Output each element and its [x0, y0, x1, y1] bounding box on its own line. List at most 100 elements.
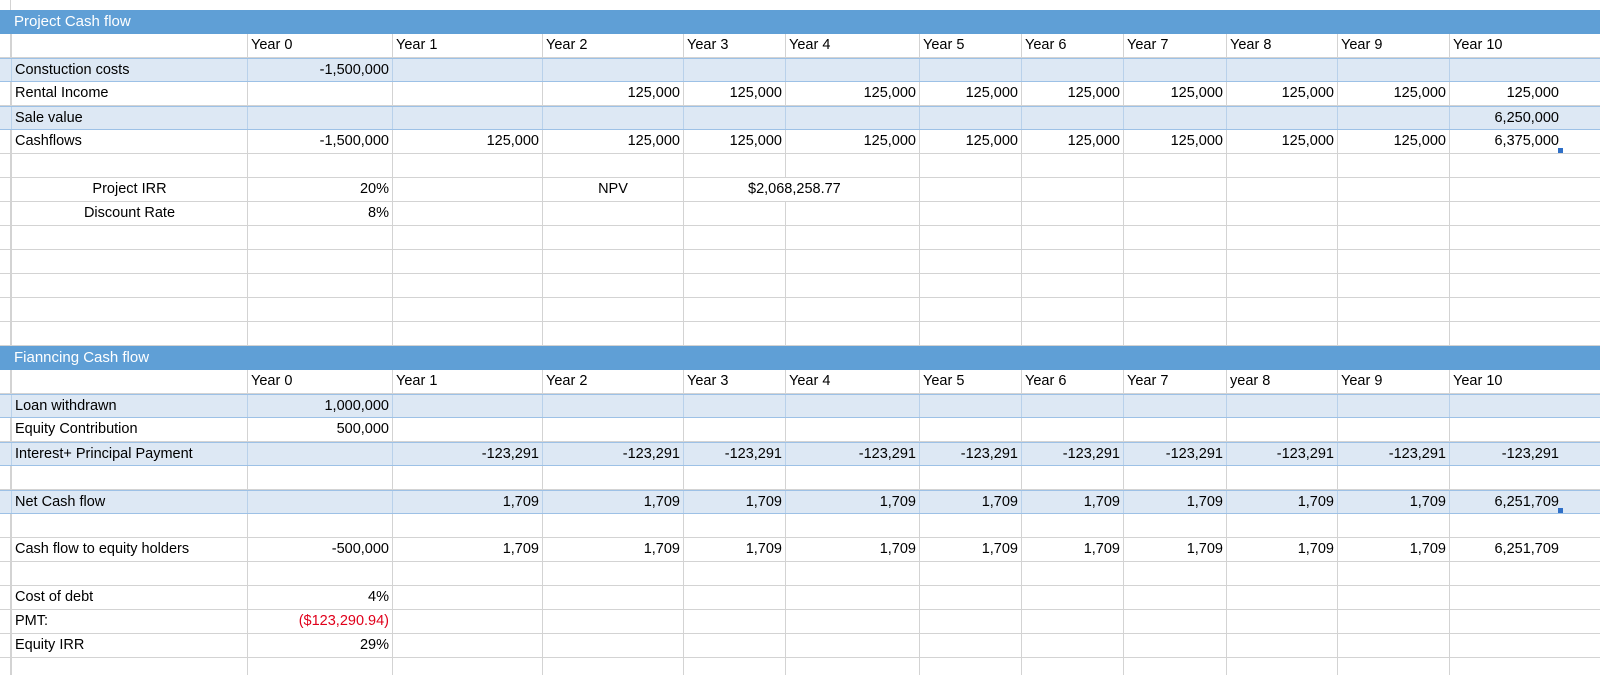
value-cell[interactable]: -123,291: [542, 443, 683, 465]
empty-cell[interactable]: [392, 562, 542, 585]
empty-cell[interactable]: [1449, 610, 1562, 633]
empty-cell[interactable]: [683, 226, 785, 249]
row-label[interactable]: PMT:: [11, 610, 247, 633]
empty-cell[interactable]: [683, 59, 785, 81]
value-cell[interactable]: 1,709: [542, 538, 683, 561]
value-cell[interactable]: 1,709: [1123, 538, 1226, 561]
empty-cell[interactable]: [1021, 395, 1123, 417]
value-cell[interactable]: -123,291: [1449, 443, 1562, 465]
empty-cell[interactable]: [919, 298, 1021, 321]
empty-cell[interactable]: [542, 395, 683, 417]
empty-cell[interactable]: [1337, 586, 1449, 609]
empty-cell[interactable]: [919, 154, 1021, 177]
year-header[interactable]: Year 5: [919, 34, 1021, 57]
empty-cell[interactable]: [1226, 107, 1337, 129]
empty-cell[interactable]: [247, 250, 392, 273]
empty-cell[interactable]: [683, 395, 785, 417]
empty-cell[interactable]: [1226, 514, 1337, 537]
year-header[interactable]: Year 3: [683, 34, 785, 57]
empty-cell[interactable]: [1123, 395, 1226, 417]
value-cell[interactable]: 1,709: [1337, 491, 1449, 513]
value-cell[interactable]: 1,709: [1123, 491, 1226, 513]
empty-cell[interactable]: [1226, 298, 1337, 321]
discount-rate-label[interactable]: Discount Rate: [11, 202, 247, 225]
year-header[interactable]: Year 1: [392, 370, 542, 393]
value-cell[interactable]: -123,291: [1123, 443, 1226, 465]
empty-cell[interactable]: [785, 634, 919, 657]
empty-cell[interactable]: [1021, 202, 1123, 225]
year-header[interactable]: Year 1: [392, 34, 542, 57]
value-cell[interactable]: 1,709: [392, 538, 542, 561]
empty-cell[interactable]: [392, 466, 542, 489]
empty-cell[interactable]: [392, 226, 542, 249]
value-cell[interactable]: 1,709: [1226, 491, 1337, 513]
empty-cell[interactable]: [919, 562, 1021, 585]
value-cell[interactable]: 1,709: [919, 538, 1021, 561]
empty-cell[interactable]: [542, 274, 683, 297]
value-cell[interactable]: 29%: [247, 634, 392, 657]
empty-cell[interactable]: [247, 82, 392, 105]
value-cell[interactable]: 1,709: [1021, 538, 1123, 561]
empty-cell[interactable]: [1337, 395, 1449, 417]
value-cell[interactable]: 125,000: [1337, 82, 1449, 105]
empty-cell[interactable]: [1021, 634, 1123, 657]
empty-cell[interactable]: [247, 491, 392, 513]
npv-value[interactable]: $2,068,258.77: [745, 178, 885, 201]
empty-cell[interactable]: [1123, 322, 1226, 345]
year-header[interactable]: Year 10: [1449, 370, 1562, 393]
empty-cell[interactable]: [1021, 154, 1123, 177]
empty-cell[interactable]: [683, 322, 785, 345]
empty-cell[interactable]: [683, 107, 785, 129]
value-cell[interactable]: 6,251,709: [1449, 491, 1562, 513]
empty-cell[interactable]: [542, 226, 683, 249]
empty-cell[interactable]: [1226, 562, 1337, 585]
empty-cell[interactable]: [1123, 586, 1226, 609]
empty-cell[interactable]: [683, 610, 785, 633]
empty-cell[interactable]: [1337, 562, 1449, 585]
empty-cell[interactable]: [1123, 634, 1226, 657]
empty-cell[interactable]: [683, 250, 785, 273]
value-cell[interactable]: -123,291: [1226, 443, 1337, 465]
empty-cell[interactable]: [11, 514, 247, 537]
empty-cell[interactable]: [11, 226, 247, 249]
empty-cell[interactable]: [785, 610, 919, 633]
empty-cell[interactable]: [683, 298, 785, 321]
year-header[interactable]: Year 8: [1226, 34, 1337, 57]
empty-cell[interactable]: [919, 395, 1021, 417]
empty-cell[interactable]: [1449, 634, 1562, 657]
empty-cell[interactable]: [392, 514, 542, 537]
empty-cell[interactable]: [542, 418, 683, 441]
empty-cell[interactable]: [785, 154, 919, 177]
value-cell[interactable]: 6,375,000: [1449, 130, 1562, 153]
empty-cell[interactable]: [683, 466, 785, 489]
empty-cell[interactable]: [1123, 107, 1226, 129]
empty-cell[interactable]: [542, 298, 683, 321]
value-cell[interactable]: 125,000: [1449, 82, 1562, 105]
year-header[interactable]: Year 10: [1449, 34, 1562, 57]
discount-rate-value[interactable]: 8%: [247, 202, 392, 225]
empty-cell[interactable]: [1021, 658, 1123, 675]
empty-cell[interactable]: [542, 634, 683, 657]
value-cell[interactable]: -1,500,000: [247, 59, 392, 81]
empty-cell[interactable]: [1021, 466, 1123, 489]
empty-cell[interactable]: [247, 562, 392, 585]
value-cell[interactable]: -123,291: [1337, 443, 1449, 465]
selection-fill-handle[interactable]: [1558, 148, 1563, 153]
value-cell[interactable]: 125,000: [1226, 82, 1337, 105]
empty-cell[interactable]: [392, 418, 542, 441]
value-cell[interactable]: 1,709: [785, 538, 919, 561]
empty-cell[interactable]: [247, 466, 392, 489]
empty-cell[interactable]: [919, 250, 1021, 273]
empty-cell[interactable]: [1021, 107, 1123, 129]
row-label[interactable]: Constuction costs: [11, 59, 247, 81]
empty-cell[interactable]: [542, 562, 683, 585]
empty-cell[interactable]: [785, 418, 919, 441]
value-cell[interactable]: -1,500,000: [247, 130, 392, 153]
empty-cell[interactable]: [1449, 322, 1562, 345]
empty-cell[interactable]: [247, 154, 392, 177]
empty-cell[interactable]: [1226, 226, 1337, 249]
empty-cell[interactable]: [1226, 610, 1337, 633]
empty-cell[interactable]: [542, 154, 683, 177]
empty-cell[interactable]: [1226, 250, 1337, 273]
empty-cell[interactable]: [1226, 202, 1337, 225]
